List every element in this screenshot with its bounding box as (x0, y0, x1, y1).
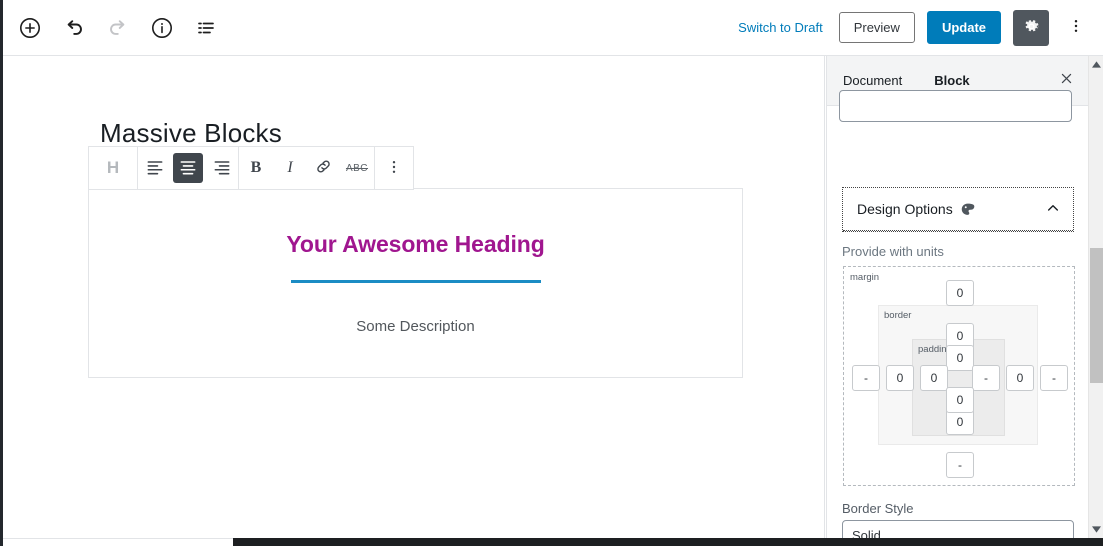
align-center-button[interactable] (173, 153, 203, 183)
margin-bottom-input[interactable]: - (946, 452, 974, 478)
design-options-collapse-button[interactable] (1038, 194, 1068, 224)
alignment-group (138, 147, 239, 189)
post-title[interactable]: Massive Blocks (100, 118, 282, 149)
vertical-scrollbar-thumb[interactable] (1090, 248, 1103, 383)
gear-icon (1022, 17, 1041, 39)
design-options-icon (960, 202, 975, 217)
formatting-group: B I ABC (239, 147, 375, 189)
horizontal-scrollbar-thumb[interactable] (233, 538, 701, 546)
link-icon (314, 157, 333, 179)
scroll-down-arrow-icon[interactable] (1089, 521, 1103, 538)
bottom-edge-filler (0, 538, 233, 546)
block-type-group: H (89, 147, 138, 189)
provide-with-units-label: Provide with units (842, 244, 944, 259)
design-options-title: Design Options (857, 201, 953, 217)
switch-to-draft-button[interactable]: Switch to Draft (734, 14, 827, 41)
horizontal-scrollbar[interactable] (233, 538, 1103, 546)
margin-left-input[interactable]: - (852, 365, 880, 391)
more-vertical-icon (385, 158, 403, 179)
block-description-text[interactable]: Some Description (356, 318, 474, 335)
close-icon (1059, 71, 1074, 91)
block-heading-rule (290, 280, 541, 283)
box-model-control: margin border padding 0 - - - 0 0 0 0 0 … (843, 266, 1075, 486)
border-label: border (884, 310, 912, 321)
design-options-panel-header[interactable]: Design Options (843, 188, 1073, 231)
margin-top-input[interactable]: 0 (946, 280, 974, 306)
padding-left-input[interactable]: 0 (920, 365, 948, 391)
sidebar-body: Design Options Provide with units margin… (827, 90, 1088, 538)
update-button[interactable]: Update (926, 11, 1001, 44)
editor-header: Switch to Draft Preview Update (0, 0, 1103, 56)
undo-button[interactable] (56, 10, 92, 46)
header-left-toolbar (0, 10, 224, 46)
block-more-options-button[interactable] (375, 147, 413, 189)
block-navigation-button[interactable] (188, 10, 224, 46)
scrolled-offscreen-field[interactable] (839, 90, 1072, 122)
redo-button[interactable] (100, 10, 136, 46)
admin-left-rail (0, 0, 3, 546)
toolbar-more-group (375, 147, 413, 189)
border-style-select[interactable]: Solid ▼ (842, 520, 1074, 538)
link-button[interactable] (307, 147, 340, 189)
editor-canvas: Massive Blocks H B I ABC Your Awesome He… (3, 56, 825, 538)
content-info-button[interactable] (144, 10, 180, 46)
add-block-button[interactable] (12, 10, 48, 46)
align-left-button[interactable] (138, 147, 171, 189)
align-center-icon (178, 157, 198, 180)
more-vertical-icon (1067, 17, 1085, 38)
scroll-up-arrow-icon[interactable] (1089, 56, 1103, 73)
border-style-value: Solid (852, 528, 881, 538)
align-right-icon (212, 157, 232, 180)
padding-right-input[interactable]: - (972, 365, 1000, 391)
more-options-button[interactable] (1061, 10, 1091, 46)
settings-sidebar: Document Block Design Options Provide wi… (826, 56, 1088, 538)
border-right-input[interactable]: 0 (1006, 365, 1034, 391)
border-left-input[interactable]: 0 (886, 365, 914, 391)
settings-button[interactable] (1013, 9, 1049, 46)
padding-top-input[interactable]: 0 (946, 345, 974, 371)
chevron-down-icon: ▼ (1056, 530, 1065, 538)
preview-button[interactable]: Preview (838, 12, 915, 43)
header-right-actions: Switch to Draft Preview Update (734, 9, 1103, 46)
chevron-up-icon (1045, 200, 1061, 219)
design-options-panel: Design Options (842, 187, 1074, 232)
block-type-heading-button[interactable]: H (89, 147, 137, 189)
strikethrough-button[interactable]: ABC (340, 147, 374, 189)
selected-block[interactable]: Your Awesome Heading Some Description (88, 188, 743, 378)
margin-right-input[interactable]: - (1040, 365, 1068, 391)
padding-bottom-input[interactable]: 0 (946, 387, 974, 413)
block-toolbar: H B I ABC (88, 146, 414, 190)
italic-button[interactable]: I (273, 147, 307, 189)
block-heading-text[interactable]: Your Awesome Heading (286, 231, 544, 258)
sidebar-vertical-scrollbar[interactable] (1088, 56, 1103, 538)
bold-button[interactable]: B (239, 147, 273, 189)
align-right-button[interactable] (205, 147, 238, 189)
margin-label: margin (850, 272, 880, 283)
border-style-label: Border Style (842, 501, 914, 516)
align-left-icon (145, 157, 165, 180)
